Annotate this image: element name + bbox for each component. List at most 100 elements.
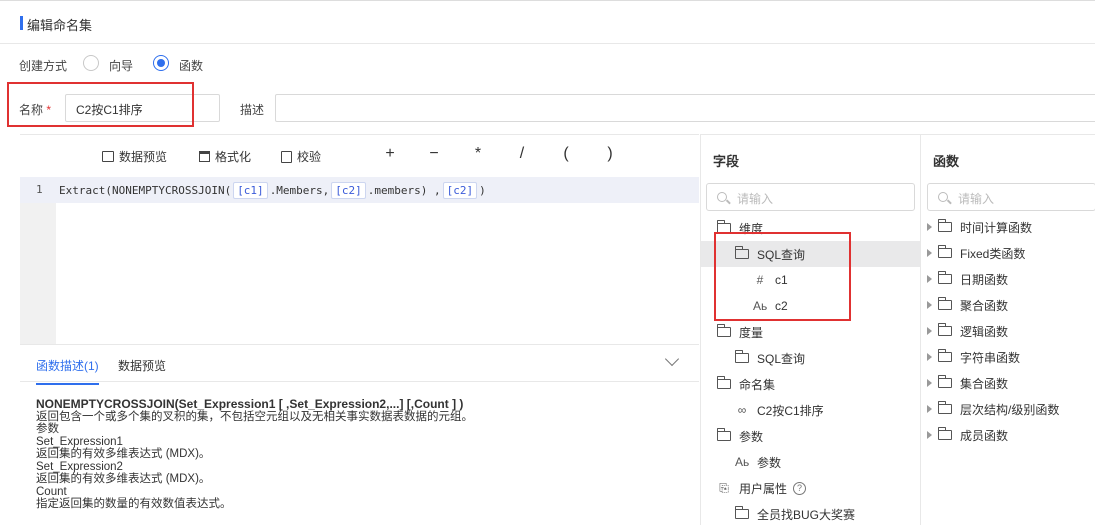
tree-folder-named-set[interactable]: 命名集 (701, 371, 920, 397)
description-line: 参数 (36, 423, 59, 435)
editor-toolbar: 数据预览 格式化 校验 + − * / ( ) (20, 135, 699, 177)
caret-right-icon (927, 223, 932, 231)
description-body: NONEMPTYCROSSJOIN(Set_Expression1 [ ,Set… (36, 398, 686, 511)
tree-folder-params[interactable]: 参数 (701, 423, 920, 449)
field-token-c2[interactable]: [c2] (331, 182, 366, 199)
description-line: Set_Expression1 (36, 435, 123, 448)
title-bar: 编辑命名集 (0, 0, 1095, 44)
data-preview-button[interactable]: 数据预览 (102, 148, 167, 165)
search-icon (938, 192, 948, 202)
caret-right-icon (927, 353, 932, 361)
named-set-icon: ∞ (737, 403, 747, 417)
fields-title: 字段 (713, 154, 740, 169)
tab-data-preview[interactable]: 数据预览 (118, 357, 166, 374)
caret-right-icon (927, 301, 932, 309)
radio-function[interactable] (153, 55, 169, 71)
caret-right-icon (927, 327, 932, 335)
func-group-string[interactable]: 字符串函数 (921, 344, 1095, 370)
op-lparen-button[interactable]: ( (559, 145, 573, 163)
func-group-logic[interactable]: 逻辑函数 (921, 318, 1095, 344)
code-text[interactable]: Extract(NONEMPTYCROSSJOIN( [c1] .Members… (59, 182, 486, 199)
formula-editor: 数据预览 格式化 校验 + − * / ( ) 1 Extract(NONEMP… (20, 134, 699, 345)
field-token-c1[interactable]: [c1] (233, 182, 268, 199)
radio-wizard-label[interactable]: 向导 (109, 57, 133, 74)
folder-icon (938, 323, 952, 336)
op-rparen-button[interactable]: ) (603, 145, 617, 163)
validate-button[interactable]: 校验 (281, 148, 321, 165)
format-button[interactable]: 格式化 (199, 148, 251, 165)
func-group-hierarchy[interactable]: 层次结构/级别函数 (921, 396, 1095, 422)
folder-icon (938, 297, 952, 310)
description-line: 返回包含一个或多个集的叉积的集，不包括空元组以及无相关事实数据表数据的元组。 (36, 410, 473, 423)
functions-title: 函数 (933, 154, 960, 169)
code-part: .members) , (367, 184, 441, 197)
radio-wizard[interactable] (83, 55, 99, 71)
description-line: Set_Expression2 (36, 460, 123, 473)
create-mode-row: 创建方式 向导 函数 (0, 44, 1095, 86)
highlight-name-box (7, 82, 194, 127)
validate-icon (281, 150, 292, 163)
chevron-down-icon[interactable] (664, 351, 680, 367)
function-signature: NONEMPTYCROSSJOIN(Set_Expression1 [ ,Set… (36, 397, 464, 411)
desc-label: 描述 (240, 103, 265, 117)
desc-input[interactable] (275, 94, 1095, 122)
fields-search-input[interactable]: 请输入 (706, 183, 915, 211)
description-line: Count (36, 485, 67, 498)
folder-icon (938, 219, 952, 232)
func-group-time[interactable]: 时间计算函数 (921, 214, 1095, 240)
description-panel: 函数描述(1) 数据预览 NONEMPTYCROSSJOIN(Set_Expre… (20, 344, 699, 525)
code-line[interactable]: 1 Extract(NONEMPTYCROSSJOIN( [c1] .Membe… (20, 177, 699, 203)
folder-icon (938, 427, 952, 440)
tree-named-set-item[interactable]: ∞ C2按C1排序 (701, 397, 920, 423)
func-group-member[interactable]: 成员函数 (921, 422, 1095, 448)
folder-icon (717, 324, 731, 337)
func-group-date[interactable]: 日期函数 (921, 266, 1095, 292)
func-group-fixed[interactable]: Fixed类函数 (921, 240, 1095, 266)
caret-right-icon (927, 249, 932, 257)
folder-icon (938, 401, 952, 414)
tree-folder-measure-sql[interactable]: SQL查询 (701, 345, 920, 371)
description-line: 指定返回集的数量的有效数值表达式。 (36, 498, 232, 510)
tree-folder-user-attrs[interactable]: ⎘ 用户属性? (701, 475, 920, 501)
folder-icon (938, 349, 952, 362)
highlight-sql-fields-box (714, 232, 851, 321)
radio-function-label[interactable]: 函数 (179, 57, 203, 74)
functions-search-input[interactable]: 请输入 (927, 183, 1095, 211)
text-type-icon: Aь (735, 455, 750, 469)
caret-right-icon (927, 405, 932, 413)
folder-icon (938, 245, 952, 258)
tree-folder-measure[interactable]: 度量 (701, 319, 920, 345)
create-mode-label: 创建方式 (19, 59, 68, 73)
name-row: 名称 * C2按C1排序 描述 (0, 82, 1095, 132)
line-number: 1 (36, 183, 43, 196)
tab-function-description[interactable]: 函数描述(1) (36, 357, 99, 385)
preview-icon (102, 151, 114, 162)
code-part: ) (479, 184, 486, 197)
description-line: 返回集的有效多维表达式 (MDX)。 (36, 448, 211, 460)
op-plus-button[interactable]: + (383, 145, 397, 163)
description-line: 返回集的有效多维表达式 (MDX)。 (36, 473, 211, 485)
tree-param-item[interactable]: Aь 参数 (701, 449, 920, 475)
field-token-c2[interactable]: [c2] (442, 182, 478, 199)
tree-folder-bug-contest[interactable]: 全员找BUG大奖赛 (701, 501, 920, 525)
func-group-set[interactable]: 集合函数 (921, 370, 1095, 396)
op-minus-button[interactable]: − (427, 145, 441, 163)
functions-panel: 函数 请输入 时间计算函数 Fixed类函数 日期函数 聚合函数 逻辑函数 字符… (920, 134, 1095, 525)
code-part: Extract(NONEMPTYCROSSJOIN( (59, 184, 232, 197)
fields-panel: 字段 请输入 维度 SQL查询 # c1 Aь c2 度量 SQL查询 命名集 ∞ C… (700, 134, 920, 525)
help-icon[interactable]: ? (793, 481, 807, 495)
code-part: .Members, (269, 184, 330, 197)
func-group-aggregate[interactable]: 聚合函数 (921, 292, 1095, 318)
code-area[interactable]: 1 Extract(NONEMPTYCROSSJOIN( [c1] .Membe… (20, 177, 699, 345)
op-divide-button[interactable]: / (515, 145, 529, 163)
title-accent-bar (20, 16, 23, 30)
caret-right-icon (927, 275, 932, 283)
folder-icon (717, 376, 731, 389)
op-multiply-button[interactable]: * (471, 145, 485, 163)
caret-right-icon (927, 431, 932, 439)
folder-icon (938, 271, 952, 284)
page-title: 编辑命名集 (27, 18, 93, 33)
caret-right-icon (927, 379, 932, 387)
format-icon (199, 151, 210, 162)
user-attr-icon: ⎘ (719, 480, 729, 495)
